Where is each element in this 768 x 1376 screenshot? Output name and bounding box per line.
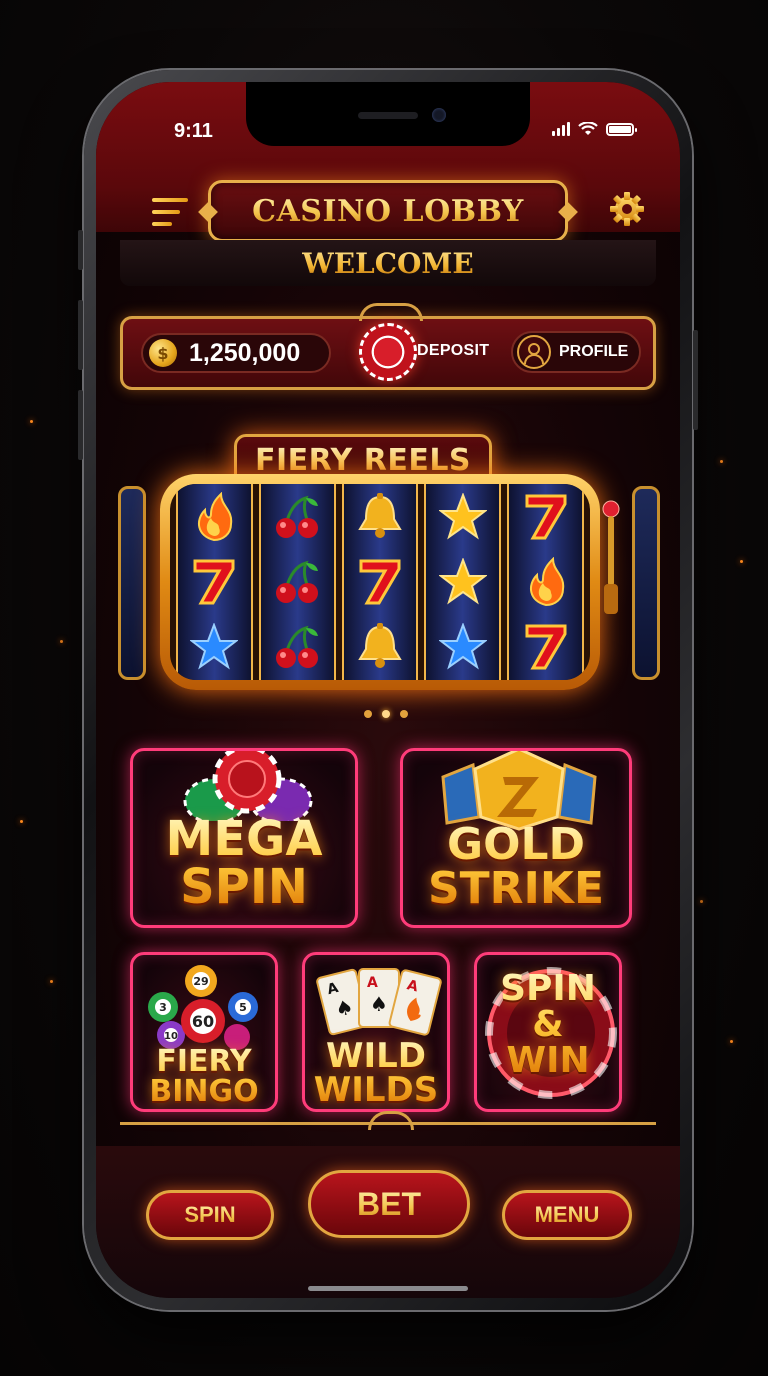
svg-text:60: 60 [192, 1012, 214, 1031]
volume-up-button [78, 300, 83, 370]
hamburger-menu-icon[interactable] [152, 198, 188, 226]
lobby-title-plaque: CASINO LOBBY [208, 180, 568, 242]
svg-text:10: 10 [164, 1031, 178, 1042]
seven-icon [518, 489, 574, 545]
featured-title: FIERY REELS [254, 442, 472, 478]
carousel-dot[interactable] [364, 710, 372, 718]
page-title: CASINO LOBBY [252, 193, 524, 229]
game-tile-gold-strike[interactable]: GOLD STRIKE [400, 748, 632, 928]
deposit-chip-icon[interactable] [359, 323, 417, 381]
battery-icon [606, 122, 637, 136]
gear-icon[interactable] [608, 190, 646, 228]
profile-button[interactable]: PROFILE [511, 331, 641, 373]
bet-button[interactable]: BET [308, 1170, 470, 1238]
slot-lever-icon[interactable] [602, 500, 620, 620]
front-camera [432, 108, 446, 122]
menu-label: MENU [534, 1202, 600, 1227]
phone-frame: 9:11 CASINO LOBBY WELCOME $ 1,250,000 DE… [78, 70, 698, 1310]
volume-down-button [78, 390, 83, 460]
balance-amount: 1,250,000 [189, 338, 301, 367]
seven-icon [518, 619, 574, 675]
svg-text:5: 5 [239, 1001, 247, 1014]
game-tile-spin-and-win[interactable]: SPIN & WIN [474, 952, 622, 1112]
star-icon [435, 619, 491, 675]
app-screen: 9:11 CASINO LOBBY WELCOME $ 1,250,000 DE… [96, 82, 680, 1298]
home-indicator[interactable] [308, 1286, 468, 1291]
carousel-dot[interactable] [382, 710, 390, 718]
star-icon [186, 619, 242, 675]
notch [246, 82, 530, 146]
menu-button[interactable]: MENU [502, 1190, 632, 1240]
bell-icon [352, 619, 408, 675]
bingo-balls-icon: 29 3 5 10 60 [148, 965, 258, 1050]
carousel-pager [364, 710, 408, 718]
bottom-divider [120, 1111, 656, 1140]
playing-cards-icon: A ♠ A ♠ A [316, 968, 442, 1036]
bell-icon [352, 489, 408, 545]
status-icons [552, 122, 637, 136]
profile-label: PROFILE [559, 343, 629, 360]
svg-text:3: 3 [159, 1001, 167, 1014]
star-icon [435, 554, 491, 610]
slot-reel [424, 484, 502, 680]
bet-label: BET [357, 1185, 421, 1222]
seven-icon [186, 554, 242, 610]
flame-icon [518, 554, 574, 610]
seven-icon [352, 554, 408, 610]
wifi-icon [578, 122, 598, 135]
spin-button[interactable]: SPIN [146, 1190, 274, 1240]
status-time: 9:11 [174, 120, 213, 142]
balance-bar: $ 1,250,000 DEPOSIT PROFILE [120, 303, 656, 390]
slot-reel [176, 484, 253, 680]
game-tile-mega-spin[interactable]: MEGA SPIN [130, 748, 358, 928]
coin-icon: $ [149, 339, 177, 367]
game-title: FIERY BINGO [133, 1047, 275, 1107]
welcome-text: WELCOME [302, 246, 474, 280]
game-tile-fiery-bingo[interactable]: 29 3 5 10 60 FIERY BINGO [130, 952, 278, 1112]
svg-text:29: 29 [193, 975, 208, 988]
spin-label: SPIN [184, 1202, 236, 1227]
signal-icon [552, 122, 570, 136]
carousel-dot[interactable] [400, 710, 408, 718]
flame-icon [186, 489, 242, 545]
slot-reel [341, 484, 419, 680]
power-button [693, 330, 698, 430]
carousel-prev-card[interactable] [118, 486, 146, 680]
cherry-icon [269, 489, 325, 545]
cherry-icon [269, 619, 325, 675]
balance-display: $ 1,250,000 [141, 333, 331, 373]
slot-reel [258, 484, 336, 680]
mute-switch [78, 230, 83, 270]
deposit-button[interactable]: DEPOSIT [417, 342, 489, 360]
svg-text:A: A [367, 975, 378, 991]
carousel-next-card[interactable] [632, 486, 660, 680]
cherry-icon [269, 554, 325, 610]
svg-text:♠: ♠ [370, 992, 388, 1016]
game-title: GOLD STRIKE [403, 823, 629, 911]
slot-reel [507, 484, 584, 680]
featured-slot-machine[interactable] [160, 474, 600, 690]
star-icon [435, 489, 491, 545]
welcome-banner: WELCOME [120, 240, 656, 286]
slot-reels [170, 484, 590, 680]
avatar [517, 335, 551, 369]
user-icon [524, 343, 544, 365]
game-title: SPIN & WIN [477, 971, 619, 1079]
game-title: MEGA SPIN [133, 815, 355, 911]
game-tile-wild-wilds[interactable]: A ♠ A ♠ A WILD WILDS [302, 952, 450, 1112]
game-title: WILD WILDS [305, 1039, 447, 1107]
